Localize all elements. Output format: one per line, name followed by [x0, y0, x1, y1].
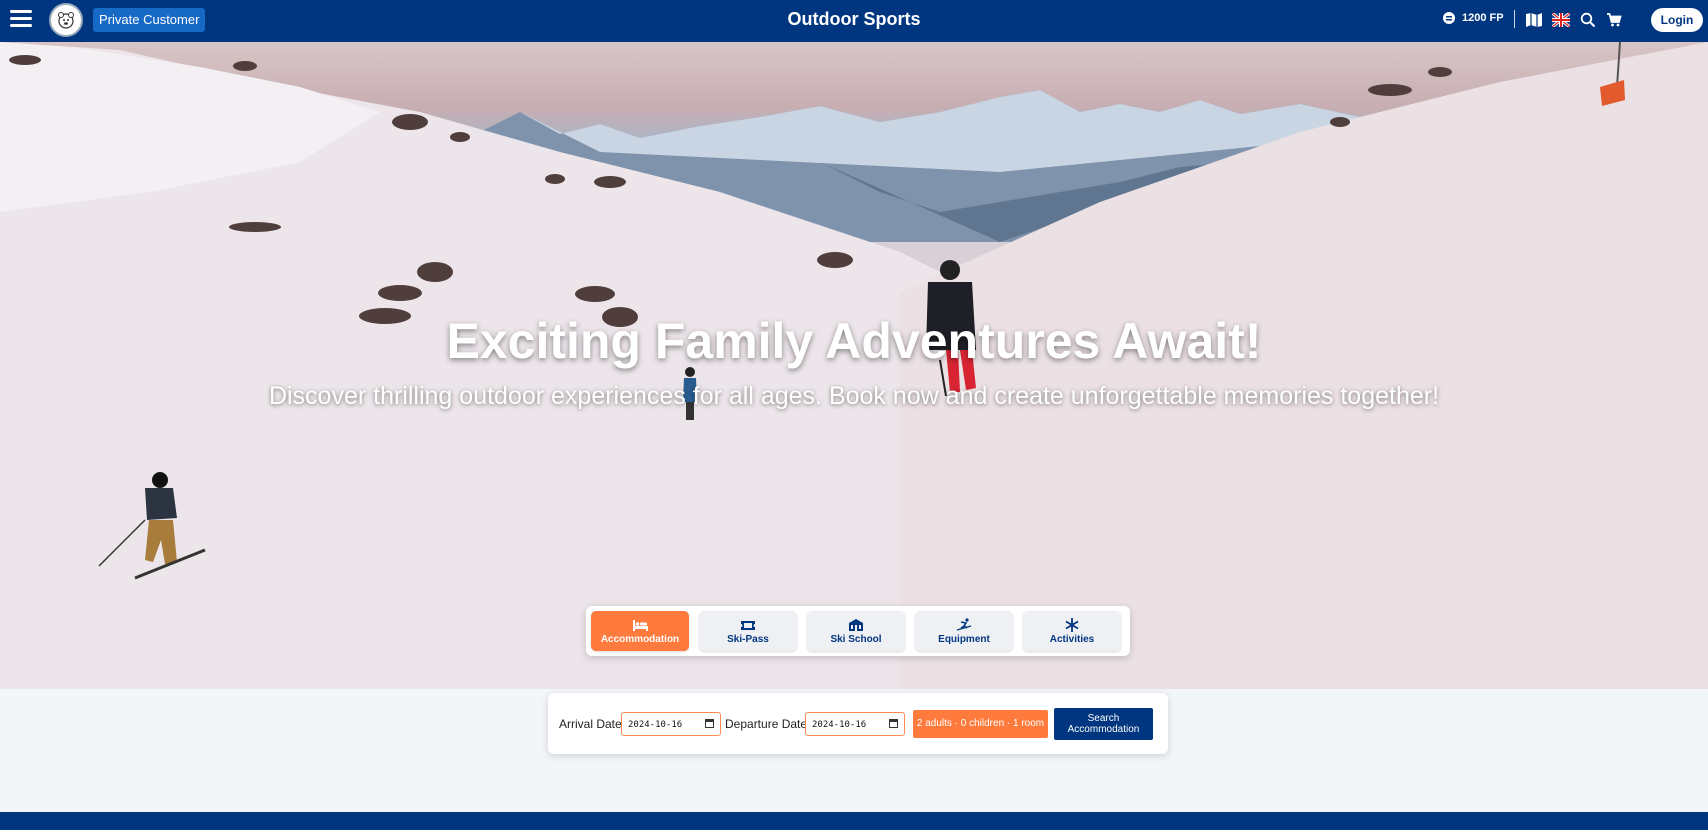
arrival-date-value: 2024-10-16 [628, 720, 683, 730]
category-tabs: Accommodation Ski-Pass Ski School Equipm… [586, 606, 1130, 656]
snowflake-icon [1065, 617, 1079, 632]
arrival-date-input[interactable]: 2024-10-16 [621, 712, 721, 736]
search-icon[interactable] [1578, 10, 1598, 30]
hero-title: Exciting Family Adventures Await! [446, 313, 1262, 369]
departure-date-label: Departure Date: [725, 717, 811, 731]
arrival-date-label: Arrival Date: [559, 717, 626, 731]
header-divider [1514, 10, 1515, 28]
search-button-line1: Search [1087, 713, 1120, 724]
uk-flag-icon[interactable] [1551, 10, 1571, 30]
skier-icon [956, 617, 972, 631]
hero-subtitle: Discover thrilling outdoor experiences f… [268, 382, 1440, 410]
ticket-icon [741, 620, 755, 630]
departure-date-value: 2024-10-16 [812, 720, 867, 730]
tab-label: Accommodation [600, 633, 680, 645]
tab-label: Ski School [830, 633, 882, 645]
search-accommodation-button[interactable]: Search Accommodation [1054, 708, 1153, 740]
coin-icon [1443, 12, 1455, 24]
tab-accommodation[interactable]: Accommodation [591, 611, 689, 651]
points-value: 1200 FP [1462, 12, 1504, 24]
points-display[interactable]: 1200 FP [1442, 11, 1504, 25]
accommodation-search-panel: Arrival Date: 2024-10-16 Departure Date:… [548, 693, 1168, 754]
tab-ski-school[interactable]: Ski School [807, 611, 905, 651]
tab-ski-pass[interactable]: Ski-Pass [699, 611, 797, 651]
login-button[interactable]: Login [1651, 8, 1703, 32]
tab-label: Activities [1049, 633, 1095, 645]
tab-label: Equipment [938, 633, 990, 645]
bed-icon [633, 619, 648, 631]
guests-rooms-selector[interactable]: 2 adults · 0 children · 1 room [913, 710, 1048, 738]
cart-icon[interactable] [1604, 10, 1624, 30]
footer-bar [0, 812, 1708, 830]
tab-equipment[interactable]: Equipment [915, 611, 1013, 651]
tab-label: Ski-Pass [727, 633, 769, 645]
top-navigation-bar: Private Customer Outdoor Sports 1200 FP … [0, 0, 1708, 42]
map-icon[interactable] [1524, 10, 1544, 30]
search-button-line2: Accommodation [1067, 724, 1140, 735]
departure-date-input[interactable]: 2024-10-16 [805, 712, 905, 736]
hero-banner: Exciting Family Adventures Await! Discov… [0, 42, 1708, 689]
calendar-icon[interactable] [705, 719, 714, 728]
school-icon [849, 618, 863, 631]
tab-activities[interactable]: Activities [1023, 611, 1121, 651]
calendar-icon[interactable] [889, 719, 898, 728]
